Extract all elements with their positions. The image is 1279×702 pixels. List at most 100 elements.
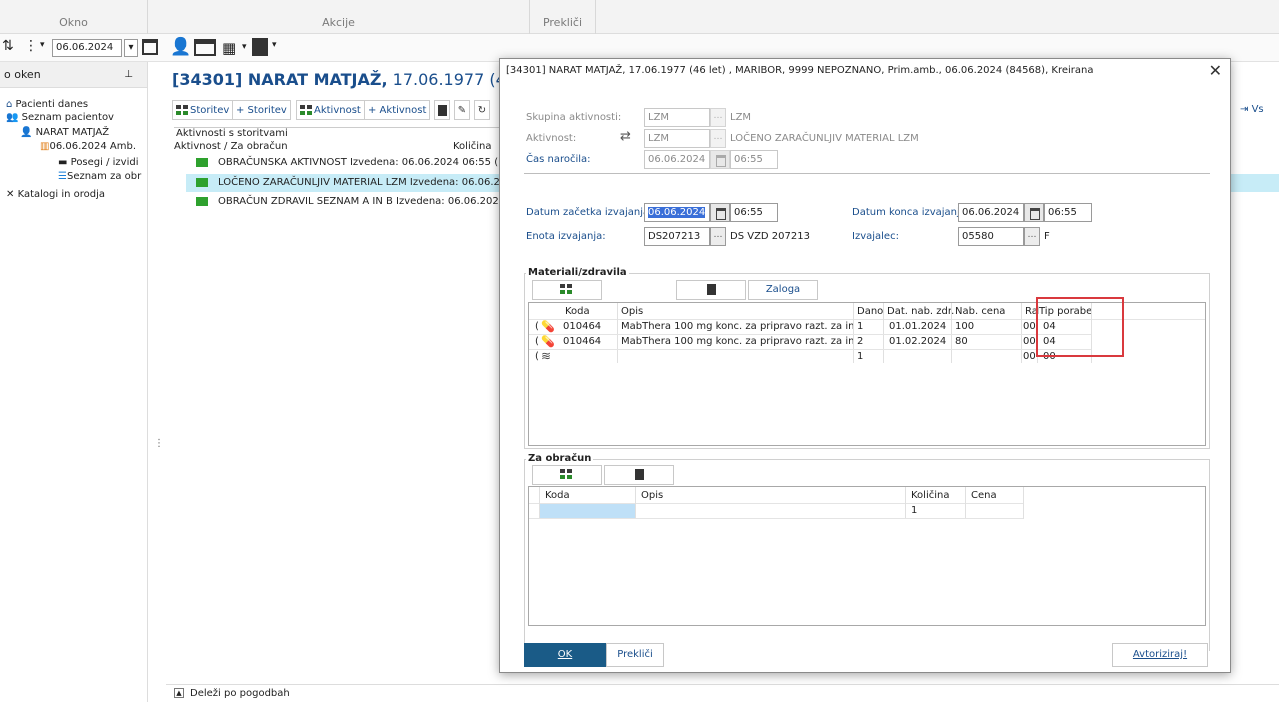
konec-date-field[interactable]: 06.06.2024	[958, 203, 1024, 222]
konec-label: Datum konca izvajanja:	[852, 207, 970, 218]
grid-line	[635, 487, 636, 519]
list-icon: ☰	[58, 171, 67, 182]
obracun-kolicina-cell[interactable]: 1	[909, 504, 917, 518]
material-opis[interactable]: MabThera 100 mg konc. za pripravo razt. …	[619, 335, 853, 349]
vs-button[interactable]: ⇥ Vs	[1240, 104, 1264, 115]
tree-item-visit[interactable]: ▥06.06.2024 Amb.	[40, 140, 136, 153]
users-icon: 👥	[6, 112, 19, 123]
material-rabat[interactable]: 00	[1021, 320, 1036, 334]
material-datum[interactable]: 01.02.2024	[887, 335, 946, 349]
delete-button[interactable]	[434, 100, 450, 120]
dropdown-arrow-icon[interactable]: ▾	[242, 42, 247, 52]
enota-code-field[interactable]: DS207213	[644, 227, 710, 246]
material-koda[interactable]: 010464	[561, 335, 601, 349]
edit-button[interactable]: ✎	[454, 100, 470, 120]
tree-item-label: 06.06.2024 Amb.	[49, 141, 136, 152]
folder-icon	[196, 196, 208, 206]
add-storitev-button[interactable]: + Storitev	[232, 100, 291, 120]
material-koda[interactable]: 010464	[561, 320, 601, 334]
tree-item-label: Katalogi in orodja	[17, 189, 106, 200]
obracun-cena-cell[interactable]	[969, 504, 971, 518]
izvajalec-name: F	[1044, 231, 1050, 242]
calendar-icon[interactable]	[710, 203, 730, 222]
tree-item-katalogi[interactable]: ✕ Katalogi in orodja	[6, 188, 105, 201]
pin-icon[interactable]: ⊥	[124, 62, 133, 88]
material-opis[interactable]: MabThera 100 mg konc. za pripravo razt. …	[619, 320, 853, 334]
archive-icon[interactable]	[194, 39, 216, 56]
material-rabat[interactable]: 00	[1021, 335, 1036, 349]
obracun-select-button[interactable]	[532, 465, 602, 485]
zacetek-date-field[interactable]: 06.06.2024	[644, 203, 710, 222]
obracun-title: Za obračun	[526, 453, 594, 464]
grid-icon	[300, 105, 312, 115]
cas-narocila-label: Čas naročila:	[526, 154, 591, 165]
splitter[interactable]: ⋮	[148, 62, 166, 702]
highlight-annotation	[1036, 297, 1124, 357]
swap-icon[interactable]: ⇄	[620, 129, 631, 144]
close-icon[interactable]: ✕	[1209, 61, 1222, 80]
dropdown-arrow-icon[interactable]: ▾	[272, 40, 277, 50]
cancel-button[interactable]: Prekliči	[606, 643, 664, 667]
aktivnost-label: Aktivnost:	[526, 133, 577, 144]
tree-item-patient[interactable]: 👤 NARAT MATJAŽ	[20, 126, 109, 139]
calendar-icon[interactable]	[142, 39, 158, 55]
ok-button[interactable]: OK	[524, 643, 606, 667]
tools-icon[interactable]: ⇅	[2, 38, 14, 54]
separator	[524, 173, 1210, 174]
refresh-button[interactable]: ↻	[474, 100, 490, 120]
column-header: Koda	[565, 306, 590, 317]
enota-lookup-button[interactable]: …	[710, 227, 726, 246]
izvajalec-code-field[interactable]: 05580	[958, 227, 1024, 246]
calendar-icon[interactable]	[1024, 203, 1044, 222]
more-icon[interactable]: ⋮	[24, 38, 38, 54]
material-datum[interactable]: 01.01.2024	[887, 320, 946, 334]
date-dropdown-button[interactable]: ▾	[124, 39, 138, 57]
expand-icon[interactable]: ▲	[174, 688, 184, 698]
material-rabat[interactable]: 00	[1021, 350, 1036, 364]
authorize-button[interactable]: Avtoriziraj!	[1112, 643, 1208, 667]
user-icon[interactable]: 👤	[170, 37, 191, 57]
column-header-activity: Aktivnost / Za obračun	[174, 141, 288, 152]
tree-item-posegi[interactable]: ▬ Posegi / izvidi	[58, 156, 139, 169]
zaloga-button[interactable]: Zaloga	[748, 280, 818, 300]
tree-item-seznam-za-obracun[interactable]: ☰Seznam za obr	[58, 170, 141, 183]
add-aktivnost-button[interactable]: + Aktivnost	[364, 100, 431, 120]
obracun-opis-cell[interactable]	[637, 504, 639, 518]
material-dano[interactable]: 1	[855, 350, 863, 364]
tree-item-seznam-pacientov[interactable]: 👥 Seznam pacientov	[6, 111, 114, 124]
grid-line	[529, 518, 1023, 519]
ribbon-group-preklici[interactable]: Prekliči	[530, 0, 596, 34]
table-icon[interactable]: ▦	[222, 39, 236, 57]
aktivnost-lookup-button: …	[710, 129, 726, 148]
material-dano[interactable]: 2	[855, 335, 863, 349]
date-input[interactable]: 06.06.2024	[52, 39, 122, 57]
obracun-koda-cell[interactable]	[540, 504, 635, 518]
cas-date-field: 06.06.2024	[644, 150, 710, 169]
aktivnost-button[interactable]: Aktivnost	[296, 100, 365, 120]
materiali-delete-button[interactable]	[676, 280, 746, 300]
document-icon[interactable]	[252, 38, 268, 56]
obracun-delete-button[interactable]	[604, 465, 674, 485]
folder-icon	[196, 177, 208, 187]
tree-item-pacienti-danes[interactable]: ⌂ Pacienti danes	[6, 98, 88, 111]
splitter-handle-icon[interactable]: ⋮	[154, 438, 164, 449]
enota-label: Enota izvajanja:	[526, 231, 606, 242]
materiali-select-button[interactable]	[532, 280, 602, 300]
tree-item-label: NARAT MATJAŽ	[35, 127, 110, 138]
storitev-button[interactable]: Storitev	[172, 100, 234, 120]
grid-line	[529, 349, 1091, 350]
material-cena[interactable]: 100	[953, 320, 974, 334]
trash-icon	[634, 468, 644, 480]
zacetek-time-field[interactable]: 06:55	[730, 203, 778, 222]
dropdown-arrow-icon[interactable]: ▾	[40, 40, 45, 50]
grid-line	[853, 303, 854, 363]
ribbon-group-okno: Okno	[0, 0, 148, 34]
material-dano[interactable]: 1	[855, 320, 863, 334]
konec-time-field[interactable]: 06:55	[1044, 203, 1092, 222]
izvajalec-lookup-button[interactable]: …	[1024, 227, 1040, 246]
material-cena[interactable]: 80	[953, 335, 968, 349]
left-panel-header: o oken ⊥	[0, 62, 147, 88]
grid-line	[883, 303, 884, 363]
enota-name: DS VZD 207213	[730, 231, 810, 242]
column-header: Količina	[911, 490, 950, 501]
